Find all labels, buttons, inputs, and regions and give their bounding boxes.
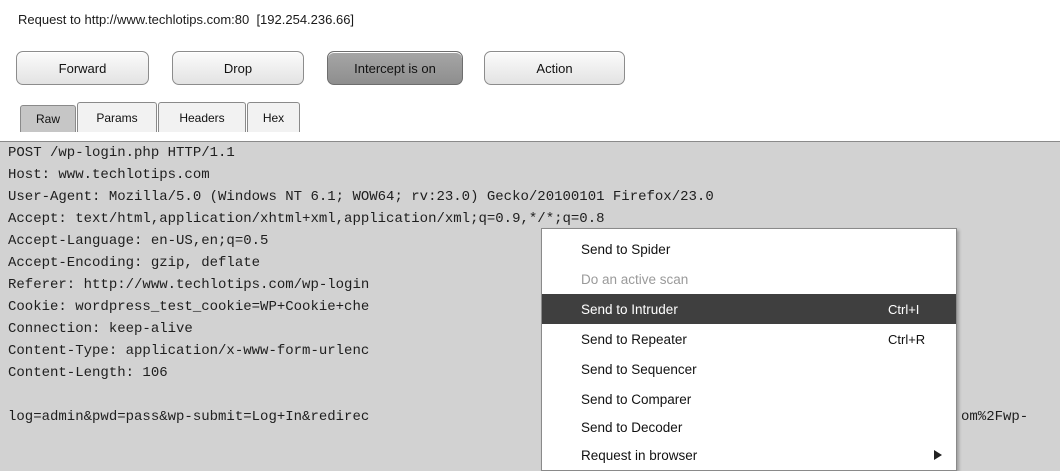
intercept-toolbar: Forward Drop Intercept is on Action — [16, 51, 636, 85]
request-line: Referer: http://www.techlotips.com/wp-lo… — [8, 277, 370, 293]
menu-item-label: Send to Decoder — [581, 419, 683, 435]
menu-item-label: Send to Intruder — [581, 301, 678, 317]
request-target-label: Request to http://www.techlotips.com:80 … — [18, 12, 355, 27]
menu-item-send-to-sequencer[interactable]: Send to Sequencer — [542, 354, 956, 384]
request-line: Connection: keep-alive — [8, 321, 193, 337]
tab-headers[interactable]: Headers — [158, 102, 246, 132]
action-button[interactable]: Action — [484, 51, 625, 85]
request-line: Content-Length: 106 — [8, 365, 168, 381]
request-line: Cookie: wordpress_test_cookie=WP+Cookie+… — [8, 299, 370, 315]
menu-item-label: Request in browser — [581, 447, 698, 463]
request-line: Content-Type: application/x-www-form-url… — [8, 343, 370, 359]
tab-params[interactable]: Params — [77, 102, 157, 132]
request-line: POST /wp-login.php HTTP/1.1 — [8, 145, 235, 161]
menu-item-label: Send to Spider — [581, 241, 671, 257]
request-line: User-Agent: Mozilla/5.0 (Windows NT 6.1;… — [8, 189, 714, 205]
tab-hex[interactable]: Hex — [247, 102, 300, 132]
request-body-line: log=admin&pwd=pass&wp-submit=Log+In&redi… — [8, 409, 370, 425]
menu-item-send-to-repeater[interactable]: Send to Repeater Ctrl+R — [542, 324, 956, 354]
submenu-arrow-icon — [934, 450, 942, 460]
context-menu: Send to Spider Do an active scan Send to… — [541, 228, 957, 471]
request-line: Host: www.techlotips.com — [8, 167, 210, 183]
drop-button[interactable]: Drop — [172, 51, 304, 85]
menu-item-request-in-browser[interactable]: Request in browser — [542, 440, 956, 470]
menu-item-send-to-comparer[interactable]: Send to Comparer — [542, 384, 956, 414]
request-body-tail: om%2Fwp- — [961, 409, 1029, 425]
menu-item-shortcut: Ctrl+I — [888, 301, 920, 317]
forward-button[interactable]: Forward — [16, 51, 149, 85]
tab-raw[interactable]: Raw — [20, 105, 76, 132]
menu-item-send-to-spider[interactable]: Send to Spider — [542, 234, 956, 264]
request-line: Accept: text/html,application/xhtml+xml,… — [8, 211, 605, 227]
request-line: Accept-Language: en-US,en;q=0.5 — [8, 233, 269, 249]
intercept-toggle-button[interactable]: Intercept is on — [327, 51, 463, 85]
request-line: Accept-Encoding: gzip, deflate — [8, 255, 261, 271]
menu-item-send-to-decoder[interactable]: Send to Decoder — [542, 412, 956, 442]
menu-item-label: Do an active scan — [581, 271, 689, 287]
menu-item-label: Send to Repeater — [581, 331, 687, 347]
menu-item-send-to-intruder[interactable]: Send to Intruder Ctrl+I — [542, 294, 956, 324]
menu-item-active-scan: Do an active scan — [542, 264, 956, 294]
menu-item-label: Send to Comparer — [581, 391, 692, 407]
menu-item-shortcut: Ctrl+R — [888, 331, 926, 347]
menu-item-label: Send to Sequencer — [581, 361, 697, 377]
